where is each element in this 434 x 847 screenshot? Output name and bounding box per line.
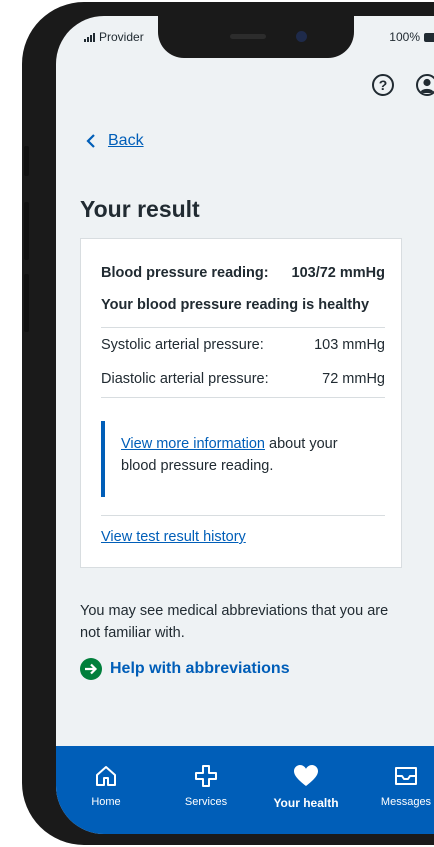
header-actions: ?	[372, 74, 434, 96]
nav-item-home[interactable]: Home	[56, 746, 156, 834]
inset-text: View more information about your blood p…	[101, 421, 371, 497]
inbox-icon	[394, 762, 418, 790]
diastolic-value: 72 mmHg	[322, 371, 385, 387]
mute-switch	[24, 146, 29, 176]
nav-item-your-health[interactable]: Your health	[256, 746, 356, 834]
status-bar-right: 100%	[389, 30, 434, 44]
systolic-value: 103 mmHg	[314, 337, 385, 353]
camera	[296, 31, 307, 42]
arrow-right-circle-icon	[80, 658, 102, 680]
divider	[101, 515, 385, 516]
heart-icon	[293, 762, 319, 790]
more-info-link[interactable]: View more information	[121, 436, 265, 452]
volume-up-button	[24, 202, 29, 260]
user-icon	[420, 78, 434, 93]
result-card: Blood pressure reading: 103/72 mmHg Your…	[80, 238, 402, 568]
abbreviations-text: You may see medical abbreviations that y…	[80, 603, 389, 641]
nav-label: Your health	[273, 796, 339, 810]
page-title: Your result	[80, 196, 200, 222]
diastolic-row: Diastolic arterial pressure: 72 mmHg	[101, 371, 385, 387]
help-icon[interactable]: ?	[372, 74, 394, 96]
carrier-name: Provider	[99, 30, 144, 44]
speaker	[230, 34, 266, 39]
nav-item-messages[interactable]: Messages	[356, 746, 434, 834]
verdict-row: Your blood pressure reading is healthy	[101, 297, 385, 313]
battery-icon	[424, 32, 434, 42]
notch	[158, 16, 354, 58]
divider	[101, 327, 385, 328]
reading-row: Blood pressure reading: 103/72 mmHg	[101, 265, 385, 281]
status-bar-left: Provider	[84, 30, 144, 44]
reading-value: 103/72 mmHg	[291, 265, 386, 281]
help-abbreviations-link[interactable]: Help with abbreviations	[80, 658, 290, 680]
account-icon[interactable]	[416, 74, 434, 96]
back-link[interactable]: Back	[86, 132, 144, 150]
screen: Provider 100% ? Back Your result Blood p…	[56, 16, 434, 834]
phone-frame: Provider 100% ? Back Your result Blood p…	[22, 2, 434, 845]
back-label: Back	[108, 132, 144, 149]
cross-icon	[194, 762, 218, 790]
diastolic-label: Diastolic arterial pressure:	[101, 371, 269, 387]
nav-item-services[interactable]: Services	[156, 746, 256, 834]
nav-label: Home	[91, 796, 121, 808]
signal-icon	[84, 32, 95, 42]
help-abbreviations-label: Help with abbreviations	[110, 660, 290, 677]
nav-label: Services	[184, 796, 228, 808]
battery-percent: 100%	[389, 30, 420, 44]
verdict-text: Your blood pressure reading is healthy	[101, 297, 370, 313]
volume-down-button	[24, 274, 29, 332]
systolic-label: Systolic arterial pressure:	[101, 337, 264, 353]
chevron-left-icon	[86, 134, 95, 148]
reading-label: Blood pressure reading:	[101, 265, 269, 281]
nav-label: Messages	[380, 796, 432, 808]
bottom-nav: Home Services Your health Messages	[56, 746, 434, 834]
divider	[101, 397, 385, 398]
systolic-row: Systolic arterial pressure: 103 mmHg	[101, 337, 385, 353]
home-icon	[94, 762, 118, 790]
test-history-link[interactable]: View test result history	[101, 529, 246, 545]
